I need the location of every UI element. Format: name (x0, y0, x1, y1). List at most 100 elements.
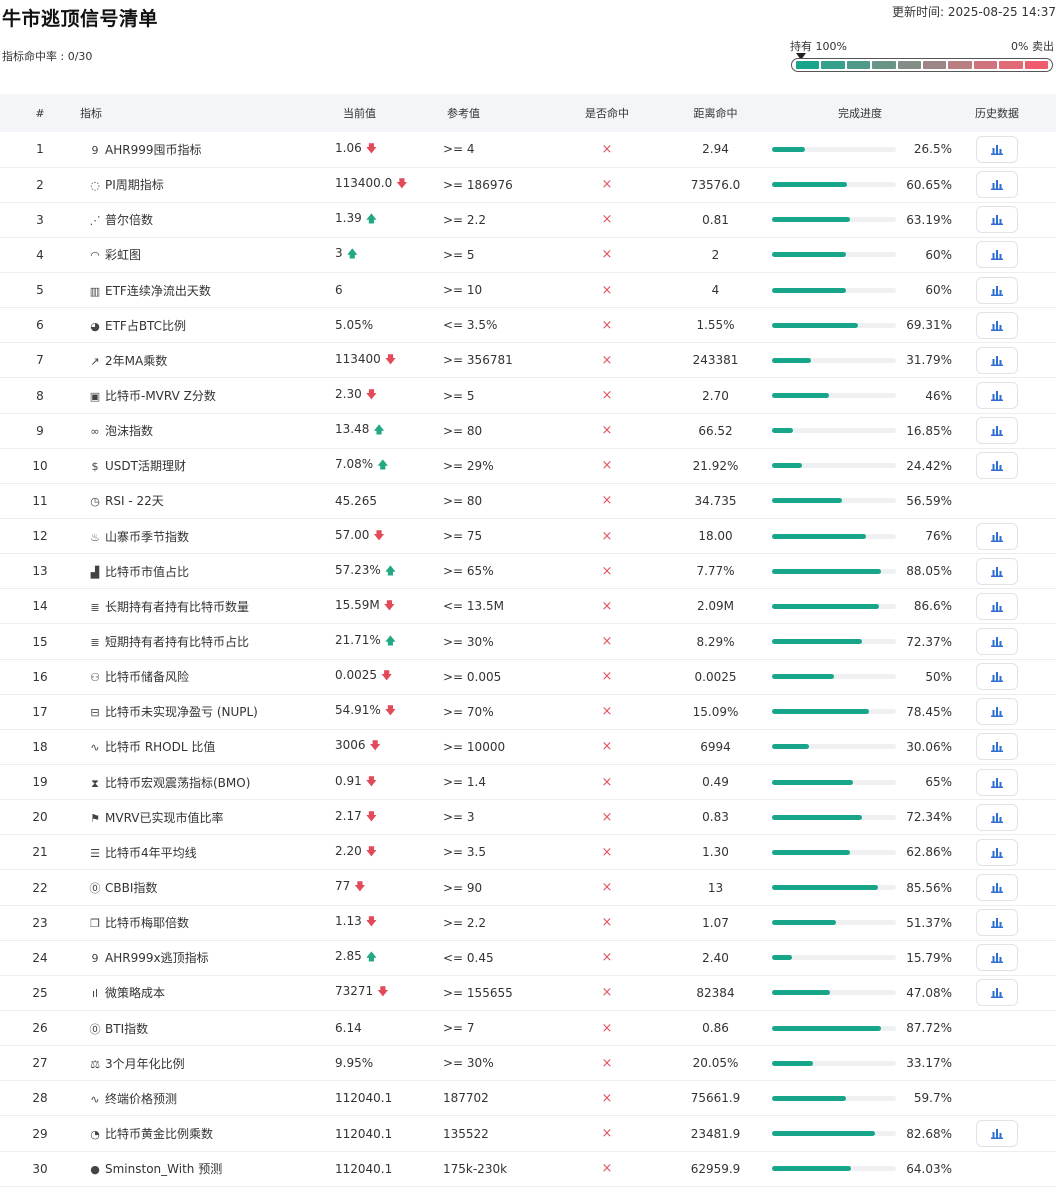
indicator-name[interactable]: MVRV已实现市值比率 (105, 811, 223, 825)
hit-status-icon: × (601, 1161, 613, 1177)
progress-bar: 26.5% (770, 142, 970, 156)
indicator-name[interactable]: 终端价格预测 (105, 1092, 177, 1106)
history-chart-button[interactable] (976, 206, 1018, 234)
progress-track (772, 603, 896, 609)
trend-up-icon: 🡅 (373, 423, 385, 437)
history-chart-button[interactable] (976, 311, 1018, 339)
history-chart-button[interactable] (976, 171, 1018, 199)
indicator-name[interactable]: 微策略成本 (105, 986, 165, 1000)
indicator-name[interactable]: 3个月年化比例 (105, 1057, 185, 1071)
indicator-icon: ⓪ (89, 882, 101, 896)
indicator-name[interactable]: 比特币-MVRV Z分数 (105, 389, 216, 403)
indicator-name[interactable]: 泡沫指数 (105, 424, 153, 438)
indicator-name[interactable]: 普尔倍数 (105, 213, 153, 227)
indicator-name[interactable]: 比特币宏观震荡指标(BMO) (105, 776, 250, 790)
trend-down-icon: 🡇 (365, 774, 378, 788)
indicator-icon: ⚑ (90, 811, 100, 825)
history-chart-button[interactable] (976, 241, 1018, 269)
row-index: 5 (36, 283, 44, 298)
hit-status-icon: × (601, 1126, 613, 1141)
col-header-history: 历史数据 (975, 107, 1019, 120)
row-index: 27 (32, 1056, 48, 1071)
row-index: 15 (32, 634, 48, 649)
trend-down-icon: 🡇 (384, 352, 397, 366)
table-header-row: # 指标 当前值 参考值 是否命中 距离命中 完成进度 历史数据 (0, 94, 1056, 132)
history-chart-button[interactable] (976, 417, 1018, 445)
reference-value: >= 5 (443, 388, 475, 403)
row-index: 30 (32, 1161, 48, 1176)
progress-bar: 56.59% (770, 494, 970, 508)
indicator-name[interactable]: 比特币 RHODL 比值 (105, 740, 215, 754)
history-chart-button[interactable] (976, 382, 1018, 410)
indicator-name[interactable]: 比特币黄金比例乘数 (105, 1127, 213, 1141)
table-row: 19 ⧗ 比特币宏观震荡指标(BMO) 0.91 🡇 >= 1.4 × 0.49 65% (0, 765, 1056, 800)
progress-fill (772, 709, 870, 715)
indicator-name[interactable]: ETF占BTC比例 (105, 319, 186, 333)
indicator-name[interactable]: USDT活期理财 (105, 459, 186, 473)
table-row: 11 ◷ RSI - 22天 45.265 >= 80 × 34.735 56.59% (0, 483, 1056, 519)
history-chart-button[interactable] (976, 803, 1018, 831)
reference-value: >= 65% (443, 564, 494, 579)
indicator-name[interactable]: 彩虹图 (105, 248, 141, 262)
table-row: 28 ∿ 终端价格预测 112040.1 187702 × 75661.9 59.7% (0, 1081, 1056, 1116)
indicator-name[interactable]: ETF连续净流出天数 (105, 284, 211, 298)
history-chart-button[interactable] (976, 663, 1018, 691)
reference-value: >= 10 (443, 283, 483, 298)
history-chart-button[interactable] (976, 522, 1018, 550)
indicator-name[interactable]: 比特币储备风险 (105, 670, 189, 684)
indicator-name[interactable]: 比特币市值占比 (105, 565, 189, 579)
indicator-name[interactable]: Sminston_With 预测 (105, 1162, 222, 1176)
row-index: 4 (36, 247, 44, 262)
indicator-name[interactable]: 比特币未实现净盈亏 (NUPL) (105, 705, 258, 719)
row-index: 12 (32, 529, 48, 544)
history-chart-button[interactable] (976, 135, 1018, 163)
progress-bar: 69.31% (770, 318, 970, 332)
history-chart-button[interactable] (976, 557, 1018, 585)
progress-track (772, 1095, 896, 1101)
reference-value: >= 4 (443, 142, 475, 157)
history-chart-button[interactable] (976, 838, 1018, 866)
hold-sell-gauge: 持有 100% 0% 卖出 (790, 38, 1054, 72)
indicator-name[interactable]: CBBI指数 (105, 881, 157, 895)
indicator-name[interactable]: 2年MA乘数 (105, 354, 167, 368)
progress-fill (772, 779, 853, 785)
indicator-name[interactable]: 长期持有者持有比特币数量 (105, 600, 249, 614)
progress-track (772, 920, 896, 926)
progress-fill (772, 146, 805, 152)
history-chart-button[interactable] (976, 979, 1018, 1007)
history-chart-button[interactable] (976, 1120, 1018, 1147)
indicator-name[interactable]: 短期持有者持有比特币占比 (105, 635, 249, 649)
history-chart-button[interactable] (976, 346, 1018, 374)
history-chart-button[interactable] (976, 698, 1018, 726)
history-chart-button[interactable] (976, 909, 1018, 937)
history-chart-button[interactable] (976, 944, 1018, 972)
trend-down-icon: 🡇 (384, 704, 397, 718)
history-chart-button[interactable] (976, 768, 1018, 796)
history-chart-button[interactable] (976, 628, 1018, 656)
reference-value: >= 5 (443, 247, 475, 262)
indicator-name[interactable]: 比特币梅耶倍数 (105, 916, 189, 930)
bar-chart-icon (991, 423, 1003, 437)
history-chart-button[interactable] (976, 276, 1018, 304)
table-row: 17 ⊟ 比特币未实现净盈亏 (NUPL) 54.91% 🡇 >= 70% × 15.09% 7… (0, 694, 1056, 730)
distance-value: 7.77% (696, 564, 735, 579)
indicator-name[interactable]: AHR999x逃顶指标 (105, 951, 209, 965)
progress-bar: 60% (770, 248, 970, 262)
indicator-name[interactable]: 山寨币季节指数 (105, 530, 189, 544)
bar-chart-icon (991, 880, 1003, 894)
history-chart-button[interactable] (976, 452, 1018, 480)
progress-percent: 46% (925, 388, 952, 403)
progress-bar: 51.37% (770, 916, 970, 930)
trend-down-icon: 🡇 (396, 177, 408, 191)
history-chart-button[interactable] (976, 874, 1018, 902)
indicator-name[interactable]: AHR999囤币指标 (105, 143, 201, 157)
indicator-name[interactable]: BTI指数 (105, 1022, 148, 1036)
indicator-name[interactable]: RSI - 22天 (105, 494, 164, 508)
progress-bar: 46% (770, 389, 970, 403)
indicator-name[interactable]: 比特币4年平均线 (105, 846, 197, 860)
trend-down-icon: 🡇 (365, 915, 378, 929)
indicator-name[interactable]: PI周期指标 (105, 178, 164, 192)
history-chart-button[interactable] (976, 592, 1018, 620)
progress-bar: 87.72% (770, 1021, 970, 1035)
history-chart-button[interactable] (976, 733, 1018, 761)
